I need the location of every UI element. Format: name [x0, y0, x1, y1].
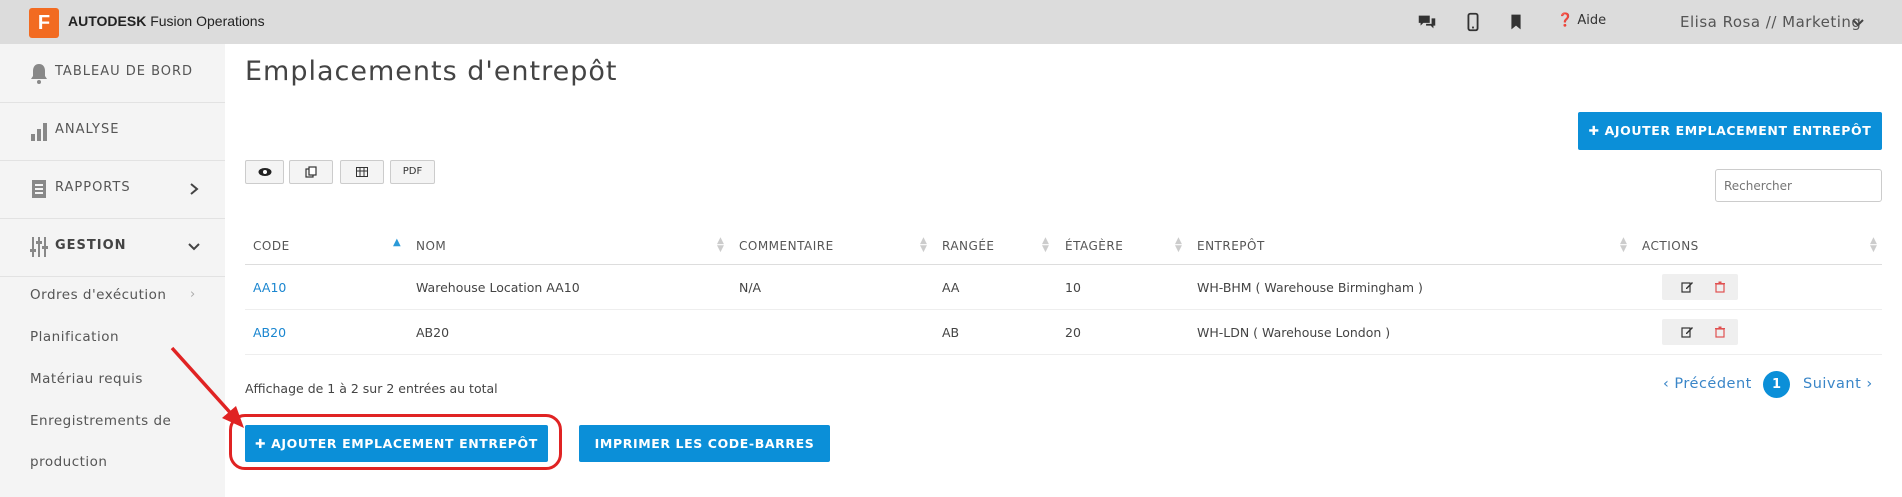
sort-icon[interactable]: ▲ ▼ [717, 237, 724, 254]
pagination-current-page[interactable]: 1 [1763, 371, 1790, 398]
brand-bold: AUTODESK [68, 13, 147, 29]
sliders-icon [30, 237, 48, 257]
cell-nom: AB20 [416, 325, 450, 340]
help-link[interactable]: ❓ Aide [1557, 13, 1606, 28]
sidebar-item-gestion[interactable]: GESTION [0, 218, 225, 276]
annotation-highlight-circle [229, 414, 562, 470]
report-icon [32, 180, 46, 198]
bar-chart-icon [31, 123, 47, 141]
delete-icon[interactable] [1714, 326, 1726, 338]
column-header-code[interactable]: CODE [253, 239, 290, 253]
sort-icon[interactable]: ▲ ▼ [1042, 237, 1049, 254]
pdf-button[interactable]: PDF [390, 160, 435, 184]
sort-ascending-icon[interactable]: ▲ [393, 237, 401, 248]
sidebar-item-label: GESTION [55, 238, 127, 253]
table-header: CODE ▲ NOM ▲ ▼ COMMENTAIRE ▲ ▼ RANGÉE ▲ ▼ É… [245, 227, 1882, 265]
annotation-arrow [170, 346, 244, 428]
mobile-icon[interactable] [1462, 11, 1484, 33]
cell-etagere: 10 [1065, 280, 1081, 295]
column-header-etagere[interactable]: ÉTAGÈRE [1065, 239, 1123, 253]
chevron-right-icon: › [190, 287, 196, 302]
cell-rangee: AA [942, 280, 960, 295]
cell-code-link[interactable]: AA10 [253, 280, 286, 295]
sidebar-subitem-production[interactable]: production [30, 454, 108, 470]
edit-icon[interactable] [1681, 326, 1693, 338]
column-header-nom[interactable]: NOM [416, 239, 446, 253]
copy-icon [305, 166, 317, 178]
sidebar-subitem-materiau[interactable]: Matériau requis [30, 371, 143, 387]
cell-entrepot: WH-LDN ( Warehouse London ) [1197, 325, 1391, 340]
sidebar-item-analyse[interactable]: ANALYSE [0, 102, 225, 160]
chevron-down-icon[interactable] [1852, 17, 1864, 29]
table-row: AB20 AB20 AB 20 WH-LDN ( Warehouse Londo… [245, 310, 1882, 355]
sort-icon[interactable]: ▲ ▼ [1870, 237, 1877, 254]
sidebar-subitem-enregistrements[interactable]: Enregistrements de [30, 413, 171, 429]
delete-icon[interactable] [1714, 281, 1726, 293]
column-header-entrepot[interactable]: ENTREPÔT [1197, 239, 1265, 253]
table-icon [356, 167, 368, 177]
row-actions [1662, 319, 1738, 345]
eye-icon [258, 168, 271, 176]
sidebar-subitem-planification[interactable]: Planification [30, 329, 119, 345]
print-barcodes-button[interactable]: IMPRIMER LES CODE-BARRES [579, 425, 830, 462]
sort-icon[interactable]: ▲ ▼ [920, 237, 927, 254]
sort-icon[interactable]: ▲ ▼ [1175, 237, 1182, 254]
chat-icon[interactable] [1416, 11, 1438, 33]
user-menu[interactable]: Elisa Rosa // Marketing [1680, 13, 1861, 31]
chevron-right-icon [190, 183, 199, 195]
sidebar-item-rapports[interactable]: RAPPORTS [0, 160, 225, 218]
sidebar-divider [0, 276, 225, 277]
column-header-rangee[interactable]: RANGÉE [942, 239, 995, 253]
sidebar-item-label: RAPPORTS [55, 180, 131, 195]
edit-icon[interactable] [1681, 281, 1693, 293]
column-header-actions[interactable]: ACTIONS [1642, 239, 1699, 253]
search-input[interactable] [1715, 169, 1882, 202]
button-label: AJOUTER EMPLACEMENT ENTREPÔT [1604, 123, 1872, 138]
cell-etagere: 20 [1065, 325, 1081, 340]
sidebar-subitem-ordres[interactable]: Ordres d'exécution [30, 287, 166, 303]
brand-name: AUTODESK Fusion Operations [68, 13, 265, 29]
brand-rest: Fusion Operations [146, 13, 265, 29]
bookmark-icon[interactable] [1505, 11, 1527, 33]
cell-entrepot: WH-BHM ( Warehouse Birmingham ) [1197, 280, 1423, 295]
column-visibility-button[interactable] [245, 160, 284, 184]
bell-icon [31, 64, 47, 84]
pagination-next[interactable]: Suivant › [1803, 376, 1873, 392]
page-title: Emplacements d'entrepôt [245, 56, 618, 87]
sidebar-item-label: TABLEAU DE BORD [55, 64, 194, 79]
top-bar: F AUTODESK Fusion Operations ❓ Aide Elis… [0, 0, 1902, 44]
sidebar-item-dashboard[interactable]: TABLEAU DE BORD [0, 44, 225, 102]
table-info: Affichage de 1 à 2 sur 2 entrées au tota… [245, 381, 498, 396]
cell-nom: Warehouse Location AA10 [416, 280, 580, 295]
column-header-commentaire[interactable]: COMMENTAIRE [739, 239, 834, 253]
pagination-previous[interactable]: ‹ Précédent [1663, 376, 1752, 392]
sort-icon[interactable]: ▲ ▼ [1620, 237, 1627, 254]
help-icon: ❓ [1557, 13, 1574, 28]
cell-commentaire: N/A [739, 280, 762, 295]
csv-button[interactable] [340, 160, 384, 184]
fusion-logo[interactable]: F [29, 8, 59, 38]
chevron-down-icon [188, 243, 200, 251]
table-row: AA10 Warehouse Location AA10 N/A AA 10 W… [245, 265, 1882, 310]
cell-code-link[interactable]: AB20 [253, 325, 286, 340]
sidebar-item-label: ANALYSE [55, 122, 120, 137]
add-warehouse-location-button[interactable]: ✚ AJOUTER EMPLACEMENT ENTREPÔT [1578, 112, 1882, 150]
cell-rangee: AB [942, 325, 960, 340]
row-actions [1662, 274, 1738, 300]
plus-icon: ✚ [1588, 123, 1605, 138]
copy-button[interactable] [289, 160, 333, 184]
help-label: Aide [1577, 13, 1607, 28]
